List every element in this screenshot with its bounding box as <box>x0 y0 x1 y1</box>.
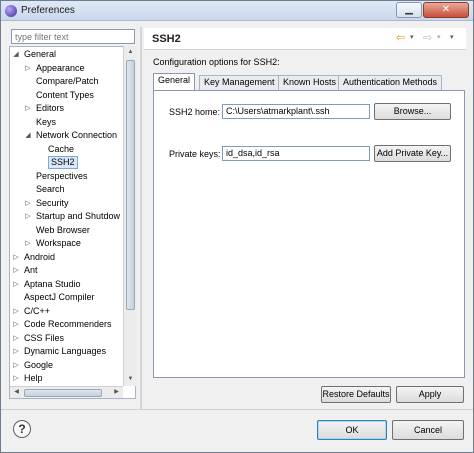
collapsed-arrow-icon[interactable]: ▷ <box>12 278 20 291</box>
tree-item-label: Content Types <box>36 89 94 100</box>
scroll-thumb-horizontal[interactable] <box>24 389 102 397</box>
private-keys-label: Private keys: <box>169 149 221 159</box>
general-tab-panel: SSH2 home: C:\Users\atmarkplant\.ssh Bro… <box>153 90 465 378</box>
ssh2-home-field[interactable]: C:\Users\atmarkplant\.ssh <box>222 104 370 119</box>
collapsed-arrow-icon[interactable]: ▷ <box>12 318 20 331</box>
collapsed-arrow-icon[interactable]: ▷ <box>24 210 32 223</box>
collapsed-arrow-icon[interactable]: ▷ <box>12 251 20 264</box>
tree-item-label: Workspace <box>36 238 81 248</box>
tab-key-management[interactable]: Key Management <box>199 75 280 90</box>
view-menu-icon[interactable]: ▾ <box>450 32 454 44</box>
tab-general[interactable]: General <box>153 73 196 91</box>
add-private-key-button[interactable]: Add Private Key... <box>374 145 451 162</box>
tree-item-label: Editors <box>36 103 65 113</box>
scroll-up-icon[interactable]: ▲ <box>126 48 135 57</box>
help-icon[interactable]: ? <box>13 420 31 438</box>
tree-item-label: Dynamic Languages <box>24 346 107 356</box>
scroll-right-icon[interactable]: ▶ <box>112 388 121 397</box>
tree-item-label: SSH2 <box>48 156 78 169</box>
preference-tree: ◢ General ▷ Appearance Compare/Patch Content … <box>9 46 136 399</box>
tree-item-label: General <box>24 49 57 59</box>
collapsed-arrow-icon[interactable]: ▷ <box>12 305 20 318</box>
cancel-button[interactable]: Cancel <box>392 420 464 440</box>
restore-defaults-button[interactable]: Restore Defaults <box>321 386 391 403</box>
tree-item-label: Android <box>24 251 56 262</box>
close-button[interactable]: ✕ <box>423 2 469 18</box>
collapsed-arrow-icon[interactable]: ▷ <box>24 62 32 75</box>
back-arrow-icon[interactable]: ⇦ <box>396 32 405 44</box>
ok-button[interactable]: OK <box>317 420 387 440</box>
tree-vertical-scrollbar[interactable]: ▲ ▼ <box>123 46 136 386</box>
page-header: SSH2 ⇦ ▾ ⇨ ▾ ▾ <box>144 28 466 50</box>
tree-item-label: Security <box>36 197 69 208</box>
tab-known-hosts[interactable]: Known Hosts <box>278 75 342 90</box>
collapsed-arrow-icon[interactable]: ▷ <box>24 197 32 210</box>
ssh2-home-label: SSH2 home: <box>169 107 221 117</box>
eclipse-icon <box>5 5 17 17</box>
tree-item-label: Ant <box>24 265 38 275</box>
scroll-thumb[interactable] <box>126 60 135 310</box>
tree-item-label: Code Recommenders <box>24 319 112 329</box>
pane-divider[interactable] <box>140 27 142 409</box>
minimize-button[interactable]: ▁ <box>396 2 422 18</box>
tree-item-label: Search <box>36 184 65 194</box>
preferences-window: Preferences ▁ ✕ ◢ General ▷ Appearance Compa… <box>0 0 474 453</box>
expanded-arrow-icon[interactable]: ◢ <box>24 129 32 142</box>
collapsed-arrow-icon[interactable]: ▷ <box>12 359 20 372</box>
filter-input[interactable] <box>11 29 135 44</box>
forward-dropdown-icon[interactable]: ▾ <box>437 32 441 44</box>
tree-item-label: Cache <box>48 143 75 154</box>
tab-authentication-methods[interactable]: Authentication Methods <box>338 75 443 90</box>
collapsed-arrow-icon[interactable]: ▷ <box>24 102 32 115</box>
tree-item-label: Help <box>24 373 43 383</box>
scroll-left-icon[interactable]: ◀ <box>12 388 21 397</box>
tree-item-label: AspectJ Compiler <box>24 292 95 302</box>
tree-item-label: Google <box>24 359 54 370</box>
scroll-down-icon[interactable]: ▼ <box>126 375 135 384</box>
page-title: SSH2 <box>152 33 181 45</box>
tree-item-label: Compare/Patch <box>36 76 99 86</box>
collapsed-arrow-icon[interactable]: ▷ <box>12 345 20 358</box>
collapsed-arrow-icon[interactable]: ▷ <box>24 237 32 250</box>
tree-item-label: CSS Files <box>24 332 65 343</box>
apply-button[interactable]: Apply <box>396 386 464 403</box>
tree-item-label: Network Connection <box>36 130 118 140</box>
tree-item-label: Startup and Shutdow <box>36 211 121 221</box>
collapsed-arrow-icon[interactable]: ▷ <box>12 264 20 277</box>
expanded-arrow-icon[interactable]: ◢ <box>12 48 20 61</box>
collapsed-arrow-icon[interactable]: ▷ <box>12 332 20 345</box>
tree-item-label: Perspectives <box>36 170 88 181</box>
tree-horizontal-scrollbar[interactable]: ◀ ▶ <box>10 386 123 398</box>
collapsed-arrow-icon[interactable]: ▷ <box>12 372 20 385</box>
page-description: Configuration options for SSH2: <box>153 57 280 67</box>
forward-arrow-icon[interactable]: ⇨ <box>423 32 432 44</box>
tree-item-label: C/C++ <box>24 305 51 316</box>
back-dropdown-icon[interactable]: ▾ <box>410 32 414 44</box>
title-bar: Preferences ▁ ✕ <box>1 1 473 21</box>
window-title: Preferences <box>21 5 75 16</box>
footer-divider <box>1 409 473 410</box>
tree-item-label: Aptana Studio <box>24 278 81 289</box>
private-keys-field[interactable]: id_dsa,id_rsa <box>222 146 370 161</box>
browse-button[interactable]: Browse... <box>374 103 451 120</box>
tree-item-label: Appearance <box>36 62 85 73</box>
tree-item-label: Keys <box>36 116 57 127</box>
tree-item-label: Web Browser <box>36 224 90 235</box>
